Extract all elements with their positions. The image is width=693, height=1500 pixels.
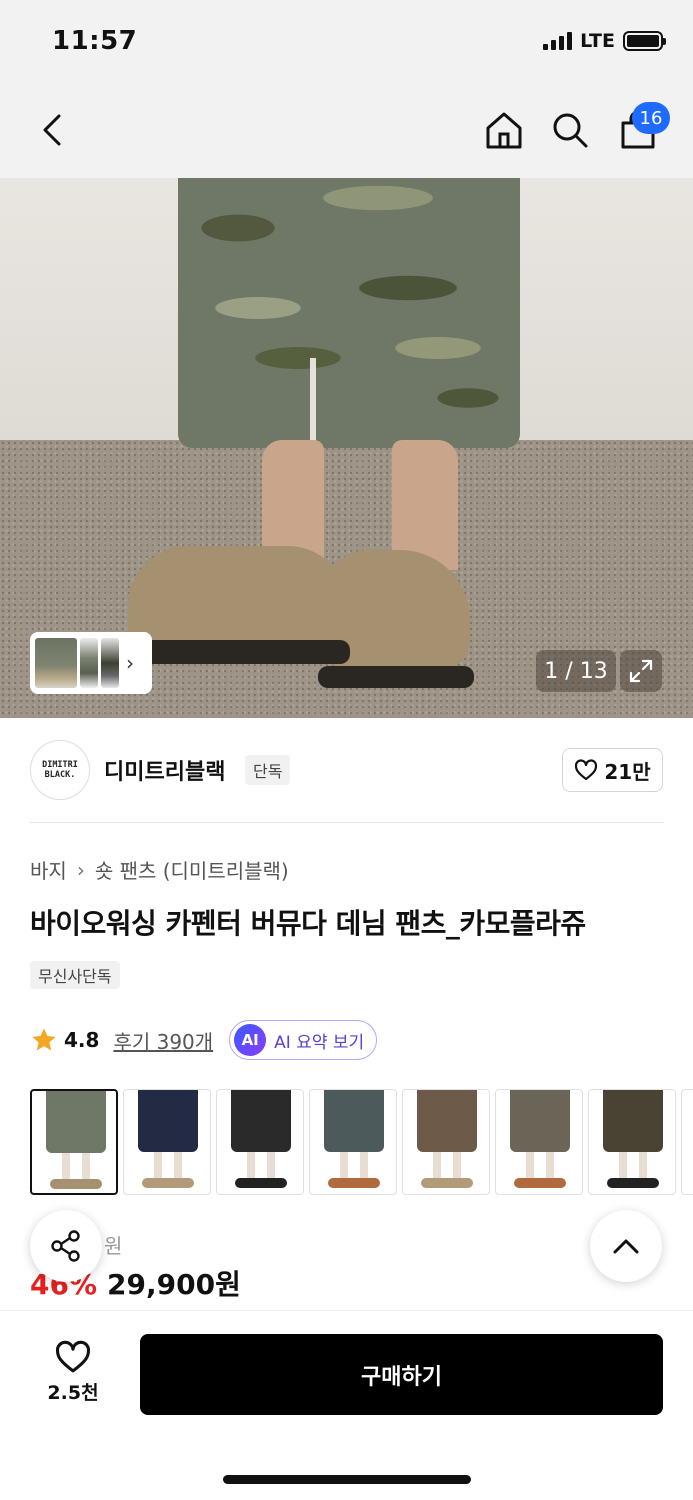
breadcrumb-item[interactable]: 숏 팬츠 (디미트리블랙) [95, 855, 289, 884]
thumbnail [80, 638, 98, 688]
rating-value: 4.8 [64, 1028, 100, 1052]
color-option[interactable] [30, 1089, 118, 1195]
share-icon [51, 1230, 80, 1262]
divider [30, 822, 663, 823]
scroll-top-button[interactable] [590, 1210, 662, 1282]
thumbnail [101, 638, 119, 688]
heart-icon [575, 759, 598, 781]
color-option[interactable] [495, 1089, 583, 1195]
color-option[interactable] [216, 1089, 304, 1195]
exclusive-badge: 단독 [245, 755, 291, 785]
brand-logo[interactable]: DIMITRI BLACK. [30, 740, 90, 800]
brand-name[interactable]: 디미트리블랙 [104, 754, 225, 786]
thumbnail [35, 638, 77, 688]
expand-button[interactable] [620, 650, 662, 692]
chevron-left-icon [43, 114, 61, 146]
review-link[interactable]: 후기 390개 [113, 1026, 213, 1055]
musinsa-exclusive-tag: 무신사단독 [30, 961, 120, 989]
search-button[interactable] [544, 104, 596, 156]
home-indicator [223, 1475, 471, 1484]
color-option[interactable] [588, 1089, 676, 1195]
top-bar: 11:57 LTE [0, 0, 693, 178]
brand-like-count: 21만 [604, 759, 651, 784]
ai-icon: AI [234, 1024, 267, 1056]
original-price: 원 [104, 1234, 123, 1258]
expand-icon [629, 659, 653, 683]
back-button[interactable] [28, 104, 80, 156]
home-icon [486, 112, 522, 149]
color-option[interactable] [681, 1089, 693, 1195]
wishlist-count: 2.5천 [47, 1381, 99, 1404]
search-icon [553, 113, 588, 148]
cart-badge: 16 [632, 102, 670, 134]
status-time: 11:57 [52, 26, 138, 56]
color-option[interactable] [402, 1089, 490, 1195]
chevron-right-icon: › [126, 651, 134, 675]
heart-icon [55, 1340, 91, 1372]
sale-price: 29,900원 [107, 1268, 241, 1301]
home-button[interactable] [478, 104, 530, 156]
color-options [30, 1089, 693, 1197]
chevron-up-icon [613, 1239, 639, 1254]
chevron-right-icon: › [76, 857, 85, 882]
wishlist-button[interactable]: 2.5천 [30, 1330, 116, 1414]
rating-row: 4.8 후기 390개 AI AI 요약 보기 [30, 1020, 378, 1060]
buy-button[interactable]: 구매하기 [140, 1334, 663, 1415]
gallery-thumbnails[interactable]: › [30, 632, 152, 694]
star-icon [32, 1028, 56, 1051]
ai-summary-label: AI 요약 보기 [274, 1032, 365, 1053]
color-option[interactable] [309, 1089, 397, 1195]
breadcrumb: 바지 › 숏 팬츠 (디미트리블랙) [30, 855, 289, 884]
ai-summary-button[interactable]: AI AI 요약 보기 [229, 1020, 378, 1060]
breadcrumb-item[interactable]: 바지 [30, 855, 67, 884]
camo-shorts [178, 178, 520, 448]
status-indicators: LTE [543, 30, 666, 52]
product-title: 바이오워싱 카펜터 버뮤다 데님 팬츠_카모플라쥬 [30, 907, 586, 940]
network-label: LTE [580, 30, 615, 52]
brand-like-button[interactable]: 21만 [562, 748, 663, 792]
color-option[interactable] [123, 1089, 211, 1195]
battery-icon [623, 31, 666, 51]
share-button[interactable] [30, 1210, 102, 1282]
signal-icon [543, 32, 573, 50]
image-counter: 1 / 13 [536, 650, 616, 692]
